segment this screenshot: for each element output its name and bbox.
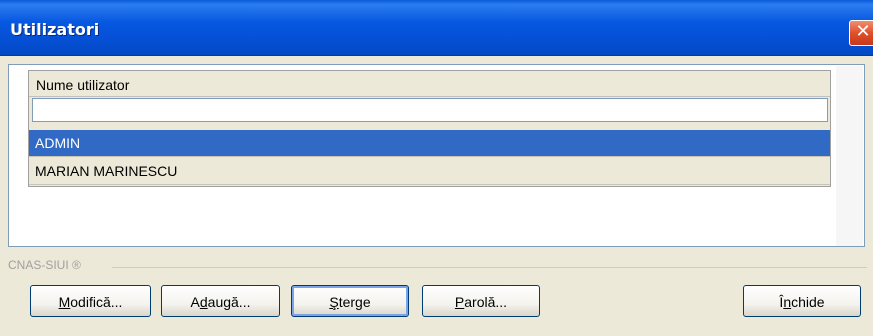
table-row[interactable]: MARIAN MARINESCU: [29, 158, 830, 185]
title-bar[interactable]: Utilizatori ✕: [0, 0, 873, 56]
modify-button[interactable]: Modifică...: [30, 285, 151, 317]
accelerator-key: n: [783, 294, 792, 310]
add-button[interactable]: Adaugă...: [161, 285, 280, 317]
password-button[interactable]: Parolă...: [422, 285, 540, 317]
column-header-label: Nume utilizator: [36, 77, 130, 93]
user-name-cell: MARIAN MARINESCU: [35, 163, 178, 179]
close-window-button[interactable]: ✕: [849, 20, 873, 46]
accelerator-key: P: [454, 294, 465, 310]
column-header-username[interactable]: Nume utilizator: [29, 71, 830, 97]
accelerator-key: Ş: [329, 294, 339, 310]
delete-button[interactable]: Şterge: [291, 285, 409, 317]
window-title: Utilizatori: [10, 20, 100, 39]
users-grid: Nume utilizator ADMIN MARIAN MARINESCU: [28, 70, 831, 187]
accelerator-key: d: [199, 294, 208, 310]
close-icon: ✕: [855, 21, 871, 42]
panel-right-margin: [836, 66, 863, 246]
user-name-cell: ADMIN: [35, 135, 81, 151]
close-button[interactable]: Închide: [743, 285, 861, 317]
users-dialog: Utilizatori ✕ Nume utilizator ADMIN MARI…: [0, 0, 873, 336]
username-filter-input[interactable]: [32, 98, 828, 122]
table-row[interactable]: ADMIN: [29, 130, 830, 157]
group-divider: [112, 267, 867, 268]
accelerator-key: M: [58, 294, 71, 310]
group-label: CNAS-SIUI ®: [8, 258, 81, 272]
